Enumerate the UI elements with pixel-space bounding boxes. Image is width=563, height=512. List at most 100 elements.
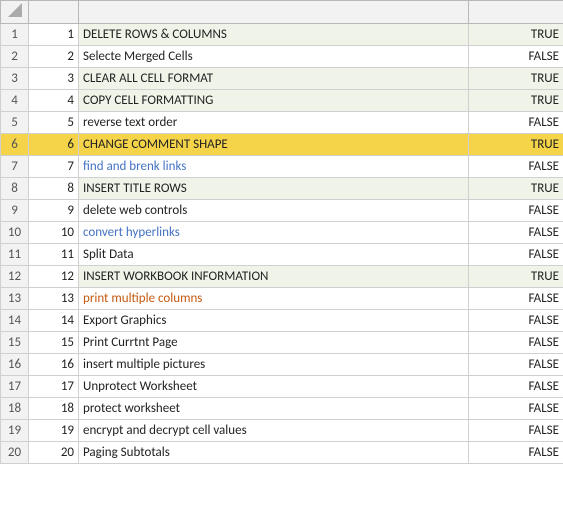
cell-description: INSERT TITLE ROWS	[79, 178, 469, 200]
column-headers	[1, 1, 563, 24]
cell-boolean: FALSE	[469, 222, 563, 244]
table-row: 1414Export GraphicsFALSE	[1, 310, 563, 332]
cell-description: protect worksheet	[79, 398, 469, 420]
row-number: 6	[1, 134, 29, 156]
table-row: 88INSERT TITLE ROWSTRUE	[1, 178, 563, 200]
table-row: 1818protect worksheetFALSE	[1, 398, 563, 420]
cell-description: encrypt and decrypt cell values	[79, 420, 469, 442]
cell-boolean: TRUE	[469, 68, 563, 90]
cell-description: CHANGE COMMENT SHAPE	[79, 134, 469, 156]
cell-boolean: FALSE	[469, 398, 563, 420]
cell-index: 7	[29, 156, 79, 178]
cell-index: 9	[29, 200, 79, 222]
row-number: 10	[1, 222, 29, 244]
cell-description: Split Data	[79, 244, 469, 266]
cell-index: 13	[29, 288, 79, 310]
row-number: 19	[1, 420, 29, 442]
table-row: 1313print multiple columnsFALSE	[1, 288, 563, 310]
row-number: 15	[1, 332, 29, 354]
cell-boolean: FALSE	[469, 244, 563, 266]
cell-boolean: FALSE	[469, 376, 563, 398]
table-row: 1111Split DataFALSE	[1, 244, 563, 266]
col-c-header	[469, 1, 563, 24]
cell-index: 3	[29, 68, 79, 90]
cell-boolean: TRUE	[469, 134, 563, 156]
cell-boolean: TRUE	[469, 90, 563, 112]
spreadsheet: 11DELETE ROWS & COLUMNSTRUE22Selecte Mer…	[0, 0, 563, 464]
table-row: 1010convert hyperlinksFALSE	[1, 222, 563, 244]
cell-index: 2	[29, 46, 79, 68]
row-number: 18	[1, 398, 29, 420]
cell-description: Selecte Merged Cells	[79, 46, 469, 68]
cell-index: 20	[29, 442, 79, 464]
cell-index: 5	[29, 112, 79, 134]
cell-description: find and brenk links	[79, 156, 469, 178]
row-number: 7	[1, 156, 29, 178]
cell-boolean: FALSE	[469, 112, 563, 134]
cell-index: 15	[29, 332, 79, 354]
cell-description: insert multiple pictures	[79, 354, 469, 376]
col-a-header	[29, 1, 79, 24]
cell-boolean: FALSE	[469, 156, 563, 178]
table-row: 55reverse text orderFALSE	[1, 112, 563, 134]
row-number: 2	[1, 46, 29, 68]
cell-boolean: FALSE	[469, 46, 563, 68]
corner-cell	[1, 1, 29, 24]
cell-description: print multiple columns	[79, 288, 469, 310]
row-number: 8	[1, 178, 29, 200]
row-number: 12	[1, 266, 29, 288]
cell-boolean: TRUE	[469, 24, 563, 46]
cell-index: 1	[29, 24, 79, 46]
row-number: 11	[1, 244, 29, 266]
cell-description: delete web controls	[79, 200, 469, 222]
cell-description: CLEAR ALL CELL FORMAT	[79, 68, 469, 90]
table-row: 2020Paging SubtotalsFALSE	[1, 442, 563, 464]
cell-index: 11	[29, 244, 79, 266]
table-row: 66CHANGE COMMENT SHAPETRUE	[1, 134, 563, 156]
cell-boolean: FALSE	[469, 288, 563, 310]
cell-description: convert hyperlinks	[79, 222, 469, 244]
table-row: 44COPY CELL FORMATTINGTRUE	[1, 90, 563, 112]
cell-description: COPY CELL FORMATTING	[79, 90, 469, 112]
row-number: 13	[1, 288, 29, 310]
cell-index: 12	[29, 266, 79, 288]
row-number: 17	[1, 376, 29, 398]
table-row: 11DELETE ROWS & COLUMNSTRUE	[1, 24, 563, 46]
cell-boolean: FALSE	[469, 420, 563, 442]
table-row: 22Selecte Merged CellsFALSE	[1, 46, 563, 68]
cell-boolean: TRUE	[469, 266, 563, 288]
cell-index: 14	[29, 310, 79, 332]
cell-description: reverse text order	[79, 112, 469, 134]
cell-index: 6	[29, 134, 79, 156]
row-number: 9	[1, 200, 29, 222]
cell-index: 8	[29, 178, 79, 200]
cell-boolean: FALSE	[469, 200, 563, 222]
cell-description: Print Currtnt Page	[79, 332, 469, 354]
table-row: 99delete web controlsFALSE	[1, 200, 563, 222]
table-row: 1919encrypt and decrypt cell valuesFALSE	[1, 420, 563, 442]
cell-index: 17	[29, 376, 79, 398]
cell-index: 19	[29, 420, 79, 442]
cell-description: Export Graphics	[79, 310, 469, 332]
row-number: 1	[1, 24, 29, 46]
row-number: 20	[1, 442, 29, 464]
cell-boolean: FALSE	[469, 310, 563, 332]
table-row: 1515Print Currtnt PageFALSE	[1, 332, 563, 354]
cell-description: INSERT WORKBOOK INFORMATION	[79, 266, 469, 288]
cell-boolean: FALSE	[469, 332, 563, 354]
row-number: 4	[1, 90, 29, 112]
cell-index: 16	[29, 354, 79, 376]
table-body: 11DELETE ROWS & COLUMNSTRUE22Selecte Mer…	[1, 24, 563, 464]
row-number: 5	[1, 112, 29, 134]
cell-description: DELETE ROWS & COLUMNS	[79, 24, 469, 46]
col-b-header	[79, 1, 469, 24]
table-row: 77find and brenk linksFALSE	[1, 156, 563, 178]
cell-index: 4	[29, 90, 79, 112]
row-number: 16	[1, 354, 29, 376]
cell-description: Paging Subtotals	[79, 442, 469, 464]
cell-description: Unprotect Worksheet	[79, 376, 469, 398]
cell-index: 18	[29, 398, 79, 420]
cell-boolean: FALSE	[469, 354, 563, 376]
row-number: 14	[1, 310, 29, 332]
table-row: 1717Unprotect WorksheetFALSE	[1, 376, 563, 398]
